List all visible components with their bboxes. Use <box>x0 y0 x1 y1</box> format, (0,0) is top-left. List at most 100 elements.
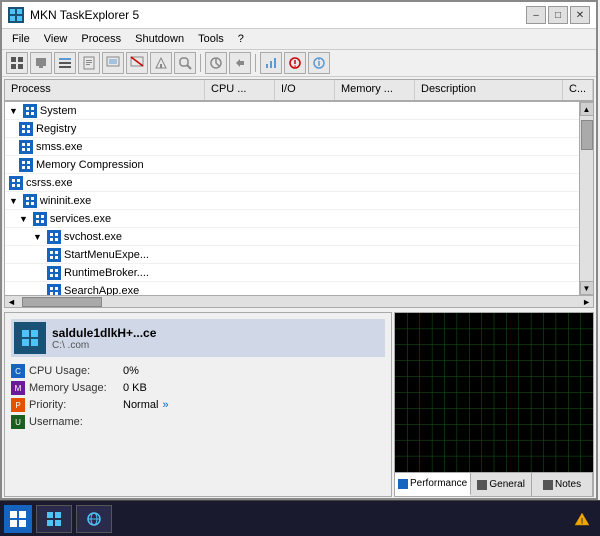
taskbar-item-mkn[interactable] <box>36 505 72 533</box>
h-scroll-thumb[interactable] <box>22 297 102 307</box>
table-row[interactable]: SearchApp.exe <box>5 282 579 295</box>
cpu-usage-value: 0% <box>123 365 139 377</box>
tab-performance[interactable]: Performance <box>395 473 471 496</box>
io-cell <box>275 254 335 256</box>
detail-username-row: U Username: <box>11 415 385 429</box>
memory-usage-icon: M <box>11 381 25 395</box>
tb-btn-5[interactable] <box>102 52 124 74</box>
col-mem-header[interactable]: Memory ... <box>335 80 415 100</box>
taskbar-item-globe[interactable] <box>76 505 112 533</box>
maximize-button[interactable]: □ <box>548 6 568 24</box>
memory-usage-label: Memory Usage: <box>29 382 119 394</box>
tb-btn-10[interactable] <box>229 52 251 74</box>
col-extra-header[interactable]: C... <box>563 80 593 100</box>
toolbar-separator-2 <box>255 54 256 72</box>
table-row[interactable]: Registry <box>5 120 579 138</box>
process-icon <box>47 284 61 296</box>
title-bar-left: MKN TaskExplorer 5 <box>8 7 139 23</box>
menu-view[interactable]: View <box>38 31 74 47</box>
table-row[interactable]: ▼ System <box>5 102 579 120</box>
close-button[interactable]: ✕ <box>570 6 590 24</box>
horizontal-scrollbar[interactable]: ◄ ► <box>5 295 593 307</box>
general-tab-icon <box>477 480 487 490</box>
io-cell <box>275 128 335 130</box>
mem-cell <box>335 218 415 220</box>
tb-btn-8[interactable] <box>174 52 196 74</box>
taskbar <box>0 500 600 536</box>
h-scroll-right[interactable]: ► <box>580 297 593 307</box>
detail-memory-row: M Memory Usage: 0 KB <box>11 381 385 395</box>
menu-tools[interactable]: Tools <box>192 31 230 47</box>
tb-btn-2[interactable] <box>30 52 52 74</box>
desc-cell <box>415 272 579 274</box>
tb-btn-6[interactable] <box>126 52 148 74</box>
table-row[interactable]: ▼ svchost.exe <box>5 228 579 246</box>
process-icon <box>19 122 33 136</box>
cpu-usage-icon: C <box>11 364 25 378</box>
tb-btn-11[interactable] <box>260 52 282 74</box>
process-expand-icon[interactable]: ▼ <box>19 214 28 224</box>
process-expand-icon[interactable]: ▼ <box>9 106 18 116</box>
io-cell <box>275 164 335 166</box>
process-expand-icon[interactable]: ▼ <box>9 196 18 206</box>
process-icon <box>23 104 37 118</box>
col-process-header[interactable]: Process <box>5 80 205 100</box>
table-row[interactable]: ▼ wininit.exe <box>5 192 579 210</box>
vertical-scrollbar[interactable]: ▲ ▼ <box>579 102 593 295</box>
tb-btn-7[interactable] <box>150 52 172 74</box>
title-bar: MKN TaskExplorer 5 – □ ✕ <box>2 2 596 29</box>
scroll-down-button[interactable]: ▼ <box>580 281 594 295</box>
graph-tabs: Performance General Notes <box>395 472 593 496</box>
col-cpu-header[interactable]: CPU ... <box>205 80 275 100</box>
table-row[interactable]: smss.exe <box>5 138 579 156</box>
table-row[interactable]: StartMenuExpe... <box>5 246 579 264</box>
tab-general[interactable]: General <box>471 473 532 496</box>
menu-file[interactable]: File <box>6 31 36 47</box>
io-cell <box>275 290 335 292</box>
tab-notes[interactable]: Notes <box>532 473 593 496</box>
menu-shutdown[interactable]: Shutdown <box>129 31 190 47</box>
tb-btn-13[interactable] <box>308 52 330 74</box>
menu-help[interactable]: ? <box>232 31 250 47</box>
process-table: Process CPU ... I/O Memory ... Descripti… <box>4 79 594 308</box>
cpu-cell <box>205 290 275 292</box>
priority-link[interactable]: » <box>162 399 168 411</box>
table-row[interactable]: csrss.exe <box>5 174 579 192</box>
h-scroll-left[interactable]: ◄ <box>5 297 18 307</box>
process-icon <box>19 158 33 172</box>
start-button[interactable] <box>4 505 32 533</box>
table-row[interactable]: Memory Compression <box>5 156 579 174</box>
mem-cell <box>335 164 415 166</box>
scroll-thumb[interactable] <box>581 120 593 150</box>
tb-btn-3[interactable] <box>54 52 76 74</box>
desc-cell <box>415 200 579 202</box>
tray-warning-icon[interactable] <box>572 509 592 529</box>
table-header: Process CPU ... I/O Memory ... Descripti… <box>5 80 593 102</box>
col-desc-header[interactable]: Description <box>415 80 563 100</box>
io-cell <box>275 182 335 184</box>
cpu-cell <box>205 200 275 202</box>
window-title: MKN TaskExplorer 5 <box>30 8 139 22</box>
taskbar-app-icon <box>43 508 65 530</box>
table-row[interactable]: ▼ services.exe <box>5 210 579 228</box>
process-expand-icon[interactable]: ▼ <box>33 232 42 242</box>
cpu-cell <box>205 182 275 184</box>
scroll-up-button[interactable]: ▲ <box>580 102 594 116</box>
mem-cell <box>335 110 415 112</box>
menu-process[interactable]: Process <box>75 31 127 47</box>
minimize-button[interactable]: – <box>526 6 546 24</box>
mem-cell <box>335 146 415 148</box>
mem-cell <box>335 182 415 184</box>
io-cell <box>275 146 335 148</box>
notes-tab-icon <box>543 480 553 490</box>
priority-icon: P <box>11 398 25 412</box>
process-name: RuntimeBroker.... <box>64 267 149 279</box>
process-icon <box>19 140 33 154</box>
process-detail-panel: saldule1dlkH+...ce C:\ .com C CPU Usage:… <box>4 312 392 497</box>
tb-btn-9[interactable] <box>205 52 227 74</box>
col-io-header[interactable]: I/O <box>275 80 335 100</box>
tb-btn-4[interactable] <box>78 52 100 74</box>
table-row[interactable]: RuntimeBroker.... <box>5 264 579 282</box>
tb-btn-12[interactable] <box>284 52 306 74</box>
tb-btn-1[interactable] <box>6 52 28 74</box>
